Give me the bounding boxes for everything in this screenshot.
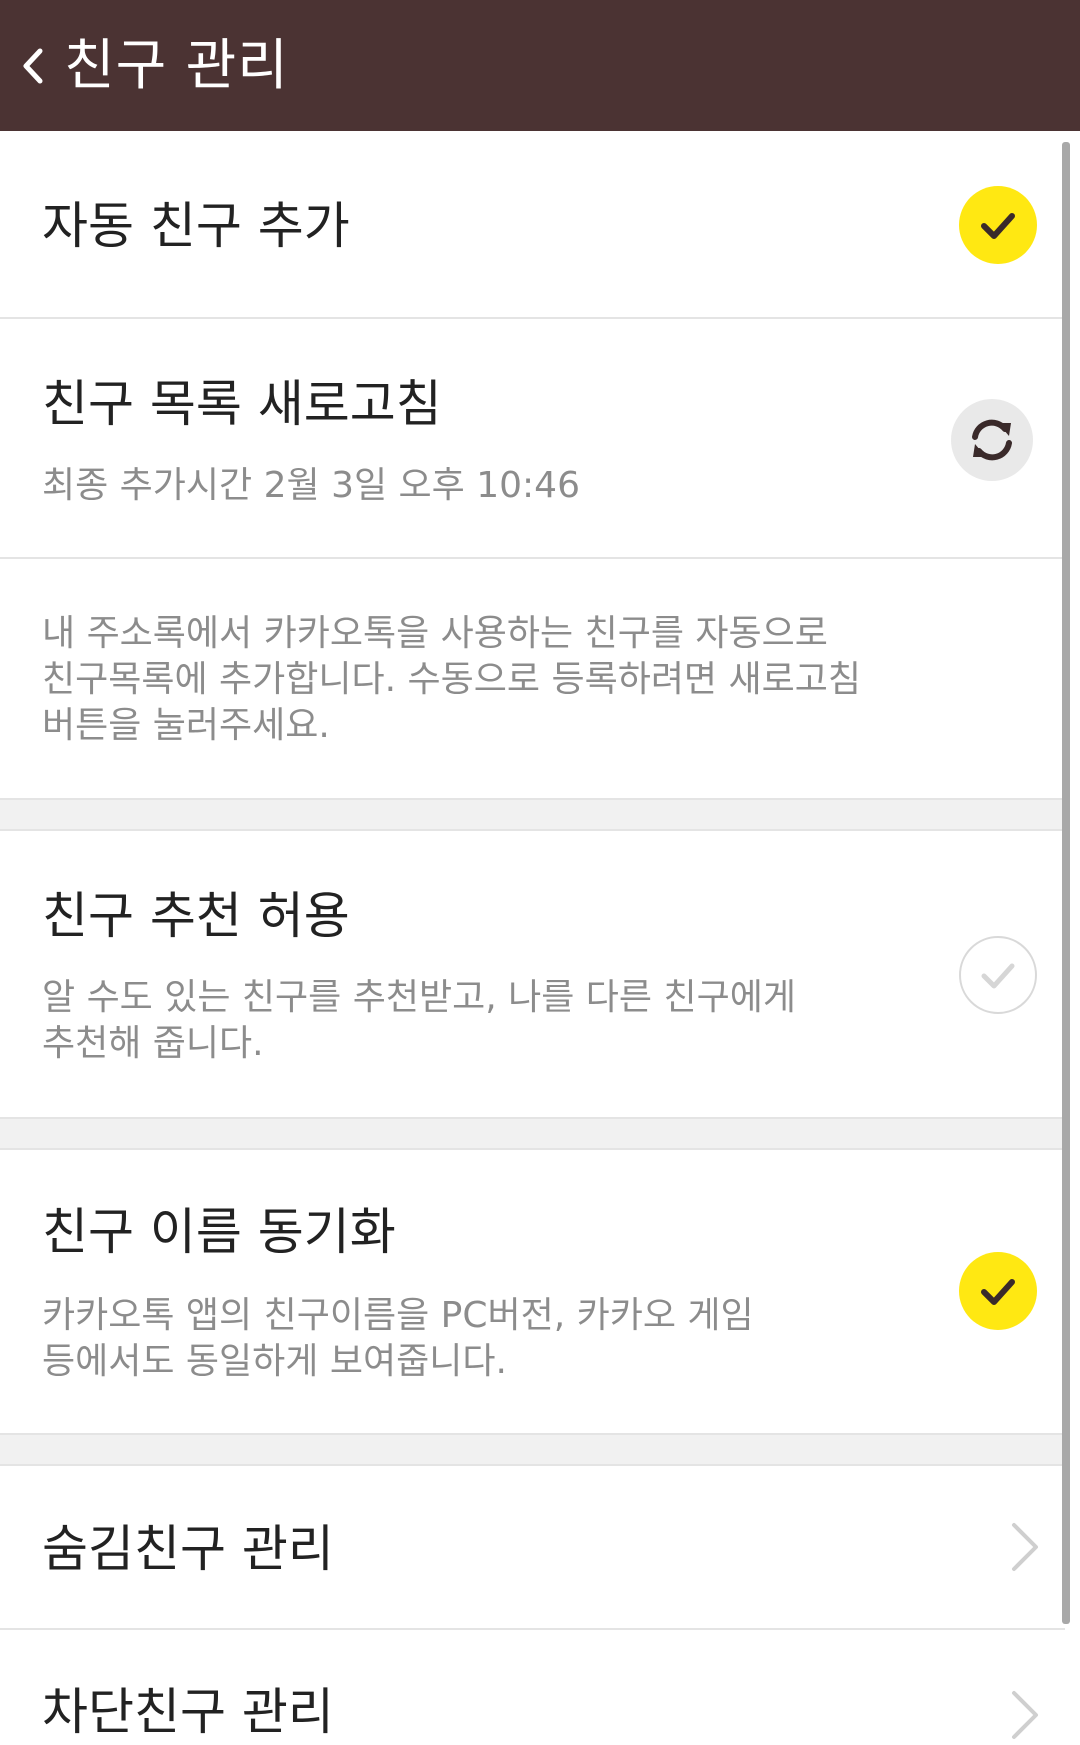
auto-add-friends-checkbox[interactable] [959, 186, 1037, 264]
description-line: 내 주소록에서 카카오톡을 사용하는 친구를 자동으로 [42, 613, 828, 654]
recommend-friends-title: 친구 추천 허용 [42, 887, 350, 945]
name-sync-checkbox[interactable] [959, 1252, 1037, 1330]
name-sync-description-line: 등에서도 동일하게 보여줍니다. [42, 1341, 507, 1382]
last-added-time: 최종 추가시간 2월 3일 오후 10:46 [42, 465, 580, 506]
blocked-friends-title: 차단친구 관리 [42, 1683, 334, 1741]
check-icon [981, 963, 1015, 989]
chevron-right-icon [1006, 1517, 1042, 1577]
back-button[interactable] [10, 30, 60, 100]
name-sync-description-line: 카카오톡 앱의 친구이름을 PC버전, 카카오 게임 [42, 1295, 754, 1336]
recommend-friends-row[interactable] [0, 831, 1062, 1117]
recommend-friends-checkbox[interactable] [959, 936, 1037, 1014]
recommend-description-line: 추천해 줍니다. [42, 1023, 264, 1064]
refresh-friends-title: 친구 목록 새로고침 [42, 375, 442, 433]
page-title: 친구 관리 [64, 33, 289, 97]
name-sync-title: 친구 이름 동기화 [42, 1203, 396, 1261]
divider [0, 557, 1065, 559]
chevron-right-icon [1006, 1685, 1042, 1745]
description-line: 친구목록에 추가합니다. 수동으로 등록하려면 새로고침 [42, 659, 861, 700]
check-icon [981, 213, 1015, 239]
auto-add-friends-title: 자동 친구 추가 [42, 197, 350, 255]
recommend-description-line: 알 수도 있는 친구를 추천받고, 나를 다른 친구에게 [42, 977, 796, 1018]
section-gap [0, 1435, 1065, 1465]
section-gap [0, 800, 1065, 830]
refresh-icon [972, 419, 1012, 461]
scrollbar[interactable] [1062, 142, 1070, 1624]
chevron-left-icon [23, 48, 43, 84]
app-header: 친구 관리 [0, 0, 1080, 131]
refresh-button[interactable] [951, 399, 1033, 481]
name-sync-row[interactable] [0, 1150, 1062, 1432]
description-line: 버튼을 눌러주세요. [42, 705, 330, 746]
auto-add-description: 내 주소록에서 카카오톡을 사용하는 친구를 자동으로 친구목록에 추가합니다.… [42, 611, 861, 749]
section-gap [0, 1119, 1065, 1149]
refresh-friends-row [0, 319, 1062, 557]
hidden-friends-title: 숨김친구 관리 [42, 1520, 334, 1578]
check-icon [981, 1279, 1015, 1305]
